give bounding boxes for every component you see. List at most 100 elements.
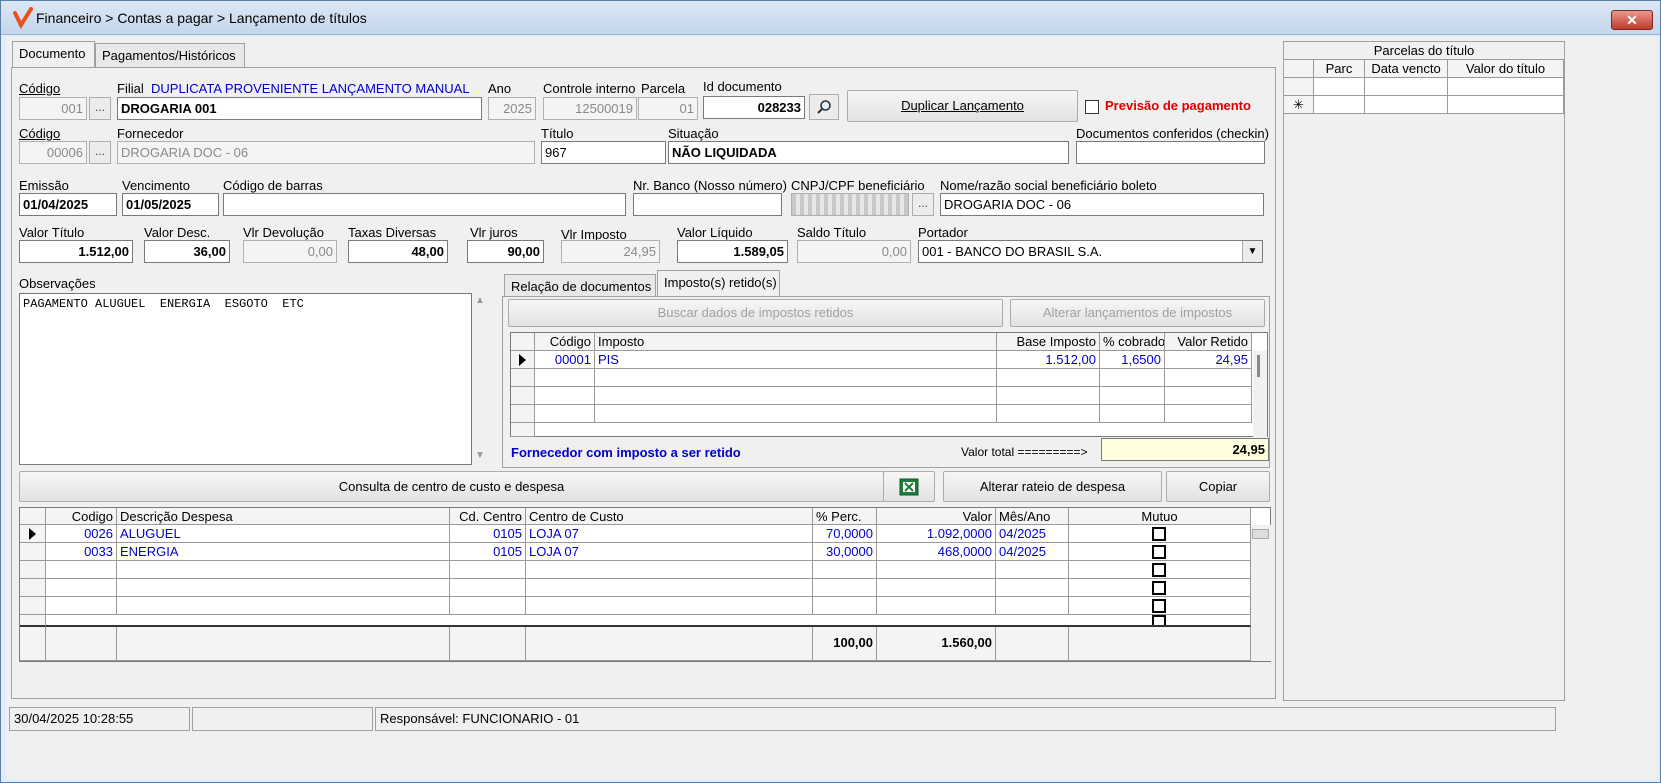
imposto-cell[interactable]: PIS: [595, 351, 997, 369]
rateio-cell[interactable]: 0033: [46, 543, 117, 561]
portador-select[interactable]: 001 - BANCO DO BRASIL S.A. ▼: [918, 240, 1263, 263]
imposto-cell[interactable]: 00001: [535, 351, 595, 369]
empty-cell[interactable]: [877, 597, 996, 615]
row-indicator[interactable]: [20, 561, 46, 579]
scroll-down-icon[interactable]: ▼: [475, 450, 485, 461]
tab-pagamentos[interactable]: Pagamentos/Históricos: [95, 43, 245, 68]
empty-cell[interactable]: [117, 597, 450, 615]
empty-cell[interactable]: [450, 561, 526, 579]
empty-cell[interactable]: [450, 579, 526, 597]
empty-cell[interactable]: [813, 579, 877, 597]
barras-field[interactable]: [223, 193, 626, 216]
imposto-cell[interactable]: 1,6500: [1100, 351, 1165, 369]
imposto-col-valor[interactable]: Valor Retido: [1165, 333, 1252, 351]
empty-cell[interactable]: [535, 405, 595, 423]
filial-nome-field[interactable]: DROGARIA 001: [117, 97, 482, 120]
scrollbar-thumb[interactable]: [1252, 529, 1269, 539]
vertical-scrollbar[interactable]: [1251, 525, 1271, 661]
row-indicator[interactable]: [511, 351, 535, 369]
titulo-field[interactable]: 967: [541, 141, 666, 164]
nr-banco-field[interactable]: [633, 193, 782, 216]
consulta-centro-custo-button[interactable]: Consulta de centro de custo e despesa: [19, 471, 884, 502]
empty-cell[interactable]: [997, 405, 1100, 423]
tab-documento[interactable]: Documento: [12, 41, 95, 68]
empty-cell[interactable]: [535, 369, 595, 387]
imposto-col-codigo[interactable]: Código: [535, 333, 595, 351]
cnpj-lookup-button[interactable]: ...: [912, 193, 934, 216]
empty-cell[interactable]: [117, 561, 450, 579]
alterar-rateio-button[interactable]: Alterar rateio de despesa: [943, 471, 1162, 502]
checkin-field[interactable]: [1076, 141, 1265, 164]
empty-cell[interactable]: [996, 561, 1069, 579]
juros-field[interactable]: 90,00: [467, 240, 544, 263]
rateio-cell[interactable]: 04/2025: [996, 525, 1069, 543]
previsao-checkbox[interactable]: [1085, 100, 1099, 114]
subtab-impostos[interactable]: Imposto(s) retido(s): [657, 270, 780, 299]
mutuo-checkbox[interactable]: [1152, 545, 1166, 559]
scroll-up-icon[interactable]: ▲: [475, 295, 485, 306]
empty-cell[interactable]: [1100, 405, 1165, 423]
empty-cell[interactable]: [46, 561, 117, 579]
vertical-scrollbar[interactable]: [1253, 351, 1267, 437]
parcelas-col-valor[interactable]: Valor do título: [1448, 60, 1564, 78]
imposto-col-imposto[interactable]: Imposto: [595, 333, 997, 351]
empty-cell[interactable]: [996, 597, 1069, 615]
emissao-field[interactable]: 01/04/2025: [19, 193, 117, 216]
row-indicator[interactable]: [511, 387, 535, 405]
empty-cell[interactable]: [1448, 96, 1564, 114]
empty-cell[interactable]: [1100, 387, 1165, 405]
filial-lookup-button[interactable]: ...: [89, 97, 111, 120]
mutuo-checkbox[interactable]: [1152, 615, 1166, 625]
id-documento-field[interactable]: 028233: [703, 96, 805, 119]
empty-cell[interactable]: [1314, 96, 1365, 114]
imposto-cell[interactable]: 1.512,00: [997, 351, 1100, 369]
observacoes-textarea[interactable]: PAGAMENTO ALUGUEL ENERGIA ESGOTO ETC: [19, 293, 472, 465]
row-indicator[interactable]: [1284, 78, 1314, 96]
row-indicator[interactable]: [511, 369, 535, 387]
empty-cell[interactable]: [526, 597, 813, 615]
parcelas-col-data[interactable]: Data vencto: [1365, 60, 1448, 78]
rateio-col-descricao[interactable]: Descrição Despesa: [117, 508, 450, 525]
rateio-cell[interactable]: 70,0000: [813, 525, 877, 543]
buscar-impostos-button[interactable]: Buscar dados de impostos retidos: [508, 299, 1003, 327]
copiar-button[interactable]: Copiar: [1166, 471, 1270, 502]
rateio-cell[interactable]: 0105: [450, 525, 526, 543]
rateio-col-valor[interactable]: Valor: [877, 508, 996, 525]
empty-cell[interactable]: [595, 387, 997, 405]
row-indicator[interactable]: [20, 597, 46, 615]
rateio-cell[interactable]: 04/2025: [996, 543, 1069, 561]
rateio-col-codigo[interactable]: Codigo: [46, 508, 117, 525]
rateio-col-perc[interactable]: % Perc.: [813, 508, 877, 525]
empty-cell[interactable]: [450, 597, 526, 615]
rateio-cell[interactable]: LOJA 07: [526, 543, 813, 561]
alterar-impostos-button[interactable]: Alterar lançamentos de impostos: [1010, 299, 1265, 327]
empty-cell[interactable]: [813, 597, 877, 615]
scrollbar-thumb[interactable]: [1257, 355, 1260, 377]
empty-cell[interactable]: [996, 579, 1069, 597]
empty-cell[interactable]: [877, 579, 996, 597]
empty-cell[interactable]: [997, 369, 1100, 387]
row-indicator[interactable]: [511, 423, 535, 437]
rateio-cell[interactable]: 0105: [450, 543, 526, 561]
duplicar-lancamento-button[interactable]: Duplicar Lançamento: [847, 90, 1078, 122]
empty-cell[interactable]: [1100, 369, 1165, 387]
search-document-button[interactable]: [809, 94, 839, 120]
mutuo-checkbox[interactable]: [1152, 581, 1166, 595]
taxas-field[interactable]: 48,00: [348, 240, 448, 263]
row-indicator[interactable]: [20, 525, 46, 543]
valor-titulo-field[interactable]: 1.512,00: [19, 240, 133, 263]
rateio-col-cd-centro[interactable]: Cd. Centro: [450, 508, 526, 525]
rateio-cell[interactable]: 468,0000: [877, 543, 996, 561]
empty-cell[interactable]: [1314, 78, 1365, 96]
rateio-cell[interactable]: 30,0000: [813, 543, 877, 561]
empty-cell[interactable]: [46, 579, 117, 597]
rateio-cell[interactable]: ENERGIA: [117, 543, 450, 561]
empty-cell[interactable]: [526, 561, 813, 579]
fornecedor-lookup-button[interactable]: ...: [89, 141, 111, 164]
rateio-col-centro[interactable]: Centro de Custo: [526, 508, 813, 525]
empty-cell[interactable]: [1165, 387, 1252, 405]
parcelas-col-parc[interactable]: Parc: [1314, 60, 1365, 78]
rateio-cell[interactable]: ALUGUEL: [117, 525, 450, 543]
empty-cell[interactable]: [1448, 78, 1564, 96]
imposto-cell[interactable]: 24,95: [1165, 351, 1252, 369]
